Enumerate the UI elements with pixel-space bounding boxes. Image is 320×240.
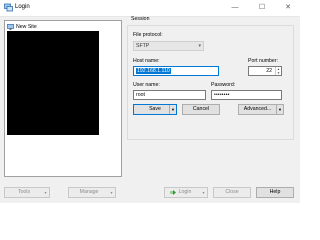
maximize-button[interactable]: ☐ — [252, 1, 272, 14]
app-icon — [4, 3, 13, 12]
site-tree[interactable]: New Site — [4, 20, 122, 177]
port-value: 22 — [266, 68, 272, 74]
manage-button-label: Manage — [79, 189, 99, 195]
window-title: Login — [15, 4, 30, 10]
password-field[interactable]: •••••••• — [211, 90, 282, 100]
help-button[interactable]: Help — [256, 187, 294, 198]
password-label: Password: — [211, 82, 236, 88]
help-button-label: Help — [269, 189, 281, 195]
login-icon — [170, 190, 176, 195]
session-group-label: Session — [131, 16, 150, 22]
cancel-button[interactable]: Cancel — [182, 104, 220, 115]
protocol-label: File protocol: — [133, 32, 163, 38]
session-group: File protocol: SFTP ▾ Host name: Port nu… — [127, 25, 294, 140]
protocol-value: SFTP — [136, 43, 150, 49]
login-button-label: Login — [178, 189, 192, 195]
tree-item-label: New Site — [16, 23, 37, 30]
user-label: User name: — [133, 82, 160, 88]
close-button-label: Close — [225, 189, 239, 195]
close-button[interactable]: Close — [213, 187, 251, 198]
tools-button[interactable]: Tools ▾ — [4, 187, 50, 198]
advanced-button[interactable]: Advanced... ▼ — [238, 104, 284, 115]
chevron-down-icon: ▾ — [198, 43, 201, 49]
tree-item-new-site[interactable]: New Site — [7, 23, 37, 30]
minimize-button[interactable]: — — [225, 1, 245, 14]
save-button[interactable]: Save ▼ — [133, 104, 177, 115]
chevron-down-icon[interactable]: ▼ — [276, 105, 283, 114]
tools-button-label: Tools — [17, 189, 31, 195]
chevron-down-icon: ▾ — [110, 190, 113, 195]
username-value: root — [136, 92, 145, 98]
login-button[interactable]: Login ▾ — [164, 187, 208, 198]
tree-redacted-area — [7, 31, 99, 135]
cancel-button-label: Cancel — [192, 106, 210, 112]
monitor-icon — [7, 23, 14, 30]
host-value: 192.168.1.110 — [136, 68, 171, 74]
title-bar: Login — ☐ ✕ — [0, 0, 300, 16]
port-stepper[interactable]: 22 ▲ ▼ — [248, 66, 282, 76]
username-field[interactable]: root — [133, 90, 206, 100]
host-label: Host name: — [133, 58, 160, 64]
chevron-down-icon[interactable]: ▼ — [169, 105, 176, 114]
dialog-body: New Site File protocol: SFTP ▾ Host name… — [0, 16, 300, 203]
host-input[interactable]: 192.168.1.110 — [133, 66, 219, 76]
chevron-down-icon: ▾ — [202, 190, 205, 195]
manage-button[interactable]: Manage ▾ — [68, 187, 116, 198]
port-label: Port number: — [248, 58, 278, 64]
close-window-button[interactable]: ✕ — [278, 1, 298, 14]
save-button-label: Save — [149, 106, 161, 112]
password-value: •••••••• — [214, 92, 230, 98]
protocol-select[interactable]: SFTP ▾ — [133, 41, 204, 51]
advanced-button-label: Advanced... — [243, 106, 272, 112]
chevron-down-icon: ▾ — [44, 190, 47, 195]
spin-arrows-icon[interactable]: ▲ ▼ — [275, 67, 281, 75]
